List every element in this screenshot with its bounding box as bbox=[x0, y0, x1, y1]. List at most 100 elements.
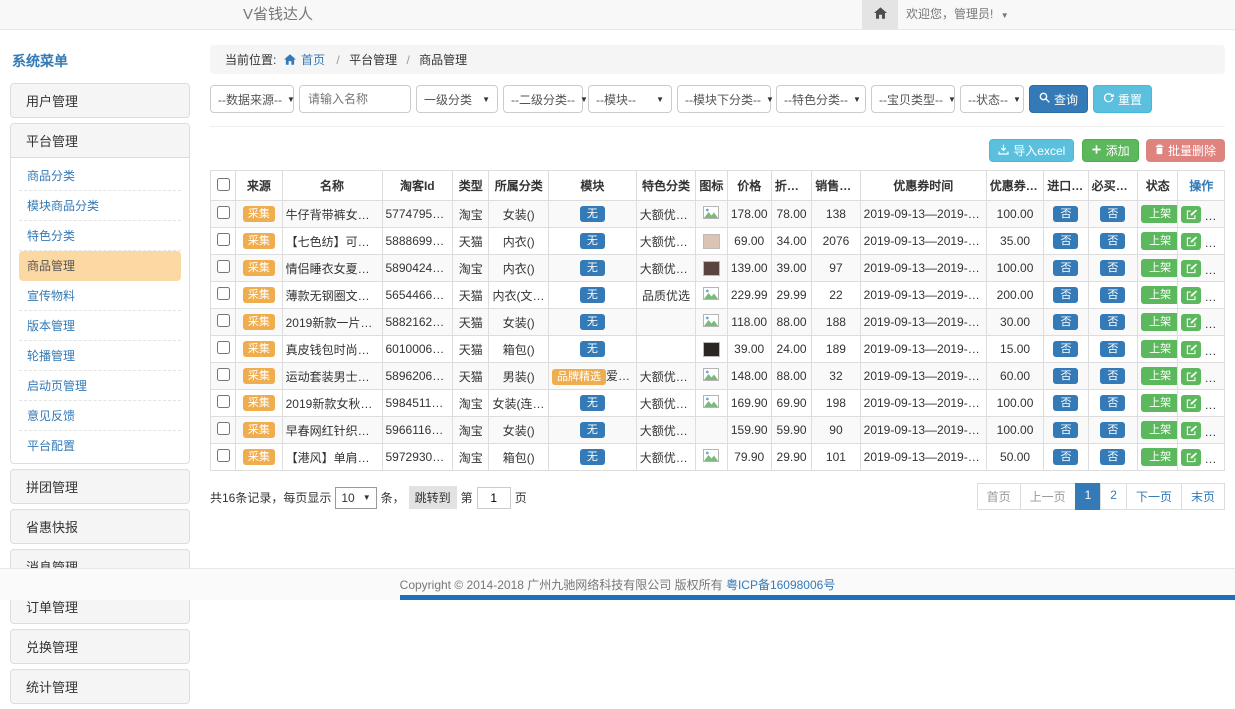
row-checkbox[interactable] bbox=[217, 206, 230, 219]
module-badge[interactable]: 无 bbox=[580, 206, 605, 222]
status-toggle[interactable]: 上架 bbox=[1141, 421, 1178, 439]
status-toggle[interactable]: 上架 bbox=[1141, 367, 1178, 385]
module-badge[interactable]: 无 bbox=[580, 287, 605, 303]
filter-select-level1[interactable]: 一级分类▼ bbox=[416, 85, 498, 113]
status-toggle[interactable]: 上架 bbox=[1141, 286, 1178, 304]
sidebar-item-省惠快报[interactable]: 省惠快报 bbox=[11, 510, 189, 543]
module-badge[interactable]: 无 bbox=[580, 422, 605, 438]
filter-select-module[interactable]: --模块--▼ bbox=[588, 85, 672, 113]
batch-delete-button[interactable]: 批量删除 bbox=[1146, 139, 1225, 162]
must-buy-toggle[interactable]: 否 bbox=[1100, 233, 1125, 249]
must-buy-toggle[interactable]: 否 bbox=[1100, 368, 1125, 384]
sidebar-item-兑换管理[interactable]: 兑换管理 bbox=[11, 630, 189, 663]
sidebar-subitem-模块商品分类[interactable]: 模块商品分类 bbox=[19, 191, 181, 221]
status-toggle[interactable]: 上架 bbox=[1141, 205, 1178, 223]
import-select-toggle[interactable]: 否 bbox=[1053, 395, 1078, 411]
row-checkbox[interactable] bbox=[217, 422, 230, 435]
page-button-下一页[interactable]: 下一页 bbox=[1126, 483, 1182, 510]
must-buy-toggle[interactable]: 否 bbox=[1100, 314, 1125, 330]
must-buy-toggle[interactable]: 否 bbox=[1100, 449, 1125, 465]
status-toggle[interactable]: 上架 bbox=[1141, 448, 1178, 466]
import-select-toggle[interactable]: 否 bbox=[1053, 341, 1078, 357]
sidebar-subitem-版本管理[interactable]: 版本管理 bbox=[19, 311, 181, 341]
module-badge[interactable]: 无 bbox=[580, 314, 605, 330]
module-badge[interactable]: 无 bbox=[580, 341, 605, 357]
edit-button[interactable] bbox=[1181, 287, 1201, 304]
sidebar-item-平台管理[interactable]: 平台管理 bbox=[11, 124, 189, 158]
status-toggle[interactable]: 上架 bbox=[1141, 259, 1178, 277]
page-button-末页[interactable]: 末页 bbox=[1181, 483, 1225, 510]
module-badge[interactable]: 无 bbox=[580, 449, 605, 465]
sidebar-item-统计管理[interactable]: 统计管理 bbox=[11, 670, 189, 703]
import-excel-button[interactable]: 导入excel bbox=[989, 139, 1074, 162]
row-checkbox[interactable] bbox=[217, 449, 230, 462]
status-toggle[interactable]: 上架 bbox=[1141, 313, 1178, 331]
sidebar-subitem-商品分类[interactable]: 商品分类 bbox=[19, 161, 181, 191]
module-badge[interactable]: 无 bbox=[580, 260, 605, 276]
status-toggle[interactable]: 上架 bbox=[1141, 340, 1178, 358]
import-select-toggle[interactable]: 否 bbox=[1053, 449, 1078, 465]
sidebar-subitem-平台配置[interactable]: 平台配置 bbox=[19, 431, 181, 460]
row-checkbox[interactable] bbox=[217, 233, 230, 246]
sidebar-subitem-宣传物料[interactable]: 宣传物料 bbox=[19, 281, 181, 311]
row-checkbox[interactable] bbox=[217, 260, 230, 273]
edit-button[interactable] bbox=[1181, 422, 1201, 439]
edit-button[interactable] bbox=[1181, 341, 1201, 358]
home-shortcut-button[interactable] bbox=[862, 0, 898, 29]
row-checkbox[interactable] bbox=[217, 341, 230, 354]
import-select-toggle[interactable]: 否 bbox=[1053, 287, 1078, 303]
must-buy-toggle[interactable]: 否 bbox=[1100, 287, 1125, 303]
reset-button[interactable]: 重置 bbox=[1093, 85, 1152, 113]
breadcrumb-home-link[interactable]: 首页 bbox=[301, 53, 325, 67]
sidebar-subitem-意见反馈[interactable]: 意见反馈 bbox=[19, 401, 181, 431]
add-button[interactable]: 添加 bbox=[1082, 139, 1139, 162]
filter-select-feature[interactable]: --特色分类--▼ bbox=[776, 85, 866, 113]
sidebar-subitem-启动页管理[interactable]: 启动页管理 bbox=[19, 371, 181, 401]
jump-button[interactable]: 跳转到 bbox=[409, 486, 457, 509]
filter-select-data-source[interactable]: --数据来源--▼ bbox=[210, 85, 294, 113]
must-buy-toggle[interactable]: 否 bbox=[1100, 206, 1125, 222]
page-button-1[interactable]: 1 bbox=[1075, 483, 1102, 510]
user-menu[interactable]: 欢迎您，管理员! ▼ bbox=[906, 0, 1009, 30]
must-buy-toggle[interactable]: 否 bbox=[1100, 341, 1125, 357]
page-number-input[interactable] bbox=[477, 487, 511, 509]
import-select-toggle[interactable]: 否 bbox=[1053, 368, 1078, 384]
row-checkbox[interactable] bbox=[217, 368, 230, 381]
filter-select-item-type[interactable]: --宝贝类型--▼ bbox=[871, 85, 955, 113]
edit-button[interactable] bbox=[1181, 206, 1201, 223]
edit-button[interactable] bbox=[1181, 233, 1201, 250]
sidebar-item-用户管理[interactable]: 用户管理 bbox=[11, 84, 189, 117]
sidebar-subitem-轮播管理[interactable]: 轮播管理 bbox=[19, 341, 181, 371]
icp-link[interactable]: 粤ICP备16098006号 bbox=[726, 578, 835, 592]
edit-button[interactable] bbox=[1181, 449, 1201, 466]
edit-button[interactable] bbox=[1181, 314, 1201, 331]
filter-select-module-sub[interactable]: --模块下分类--▼ bbox=[677, 85, 771, 113]
must-buy-toggle[interactable]: 否 bbox=[1100, 260, 1125, 276]
must-buy-toggle[interactable]: 否 bbox=[1100, 395, 1125, 411]
row-checkbox[interactable] bbox=[217, 314, 230, 327]
filter-select-level2[interactable]: --二级分类--▼ bbox=[503, 85, 583, 113]
import-select-toggle[interactable]: 否 bbox=[1053, 422, 1078, 438]
status-toggle[interactable]: 上架 bbox=[1141, 394, 1178, 412]
edit-button[interactable] bbox=[1181, 260, 1201, 277]
sidebar-subitem-商品管理[interactable]: 商品管理 bbox=[19, 251, 181, 281]
status-toggle[interactable]: 上架 bbox=[1141, 232, 1178, 250]
must-buy-toggle[interactable]: 否 bbox=[1100, 422, 1125, 438]
page-button-2[interactable]: 2 bbox=[1100, 483, 1127, 510]
import-select-toggle[interactable]: 否 bbox=[1053, 260, 1078, 276]
import-select-toggle[interactable]: 否 bbox=[1053, 206, 1078, 222]
module-badge[interactable]: 无 bbox=[580, 233, 605, 249]
module-badge[interactable]: 品牌精选 bbox=[552, 369, 606, 385]
filter-name-input[interactable] bbox=[299, 85, 411, 113]
row-checkbox[interactable] bbox=[217, 287, 230, 300]
edit-button[interactable] bbox=[1181, 395, 1201, 412]
select-all-checkbox[interactable] bbox=[217, 178, 230, 191]
per-page-select[interactable]: 10 ▼ bbox=[335, 487, 376, 509]
filter-select-status[interactable]: --状态--▼ bbox=[960, 85, 1024, 113]
edit-button[interactable] bbox=[1181, 368, 1201, 385]
sidebar-subitem-特色分类[interactable]: 特色分类 bbox=[19, 221, 181, 251]
sidebar-item-拼团管理[interactable]: 拼团管理 bbox=[11, 470, 189, 503]
import-select-toggle[interactable]: 否 bbox=[1053, 233, 1078, 249]
search-button[interactable]: 查询 bbox=[1029, 85, 1088, 113]
row-checkbox[interactable] bbox=[217, 395, 230, 408]
